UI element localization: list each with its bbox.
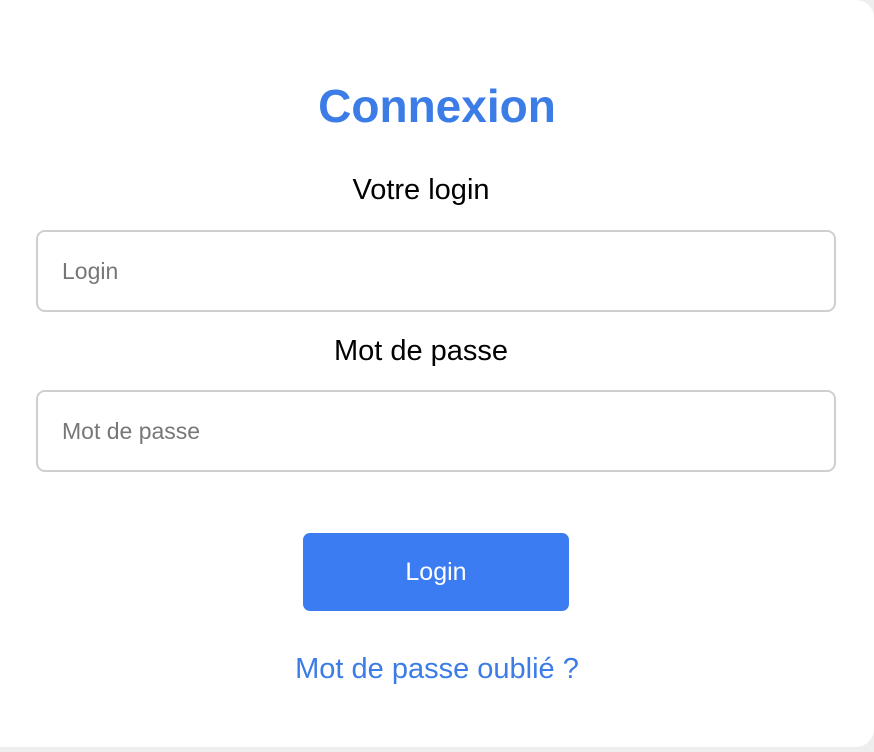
login-button[interactable]: Login: [303, 533, 569, 611]
password-input[interactable]: [36, 390, 836, 472]
page-title: Connexion: [318, 80, 556, 132]
forgot-password-link[interactable]: Mot de passe oublié ?: [0, 650, 874, 688]
password-label: Mot de passe: [333, 335, 509, 367]
login-input[interactable]: [36, 230, 836, 312]
login-label: Votre login: [352, 174, 490, 206]
login-card: Connexion Votre login Mot de passe Login…: [0, 0, 874, 747]
